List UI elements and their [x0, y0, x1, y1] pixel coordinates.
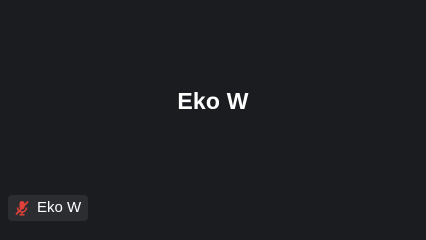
participant-display-name: Eko W	[177, 88, 249, 114]
mic-muted-icon	[13, 199, 31, 217]
participant-tag-label: Eko W	[37, 199, 82, 216]
participant-video-tile[interactable]: Eko W Eko W	[0, 0, 426, 240]
participant-name-tag: Eko W	[8, 195, 89, 221]
